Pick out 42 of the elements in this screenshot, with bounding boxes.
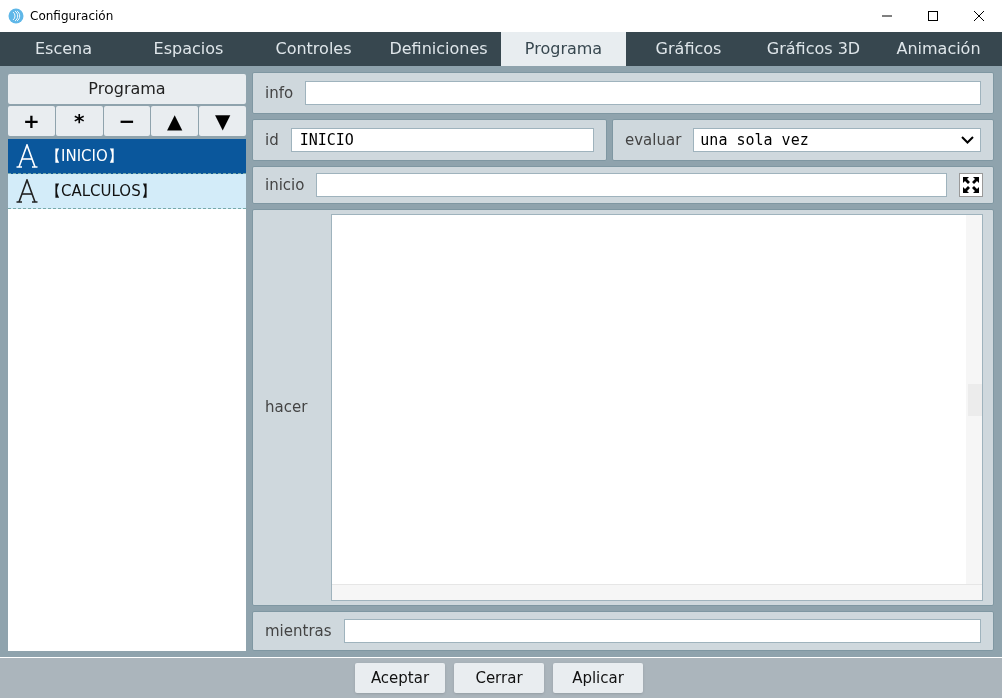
field-label: evaluar — [625, 129, 682, 151]
field-label: inicio — [265, 174, 305, 196]
toolbar-button[interactable]: ▼ — [199, 106, 246, 136]
toolbar-button[interactable]: ▲ — [151, 106, 199, 136]
tab[interactable]: Gráficos 3D — [751, 32, 876, 66]
maximize-icon — [928, 11, 938, 21]
tab[interactable]: Definiciones — [376, 32, 501, 66]
info-field[interactable] — [305, 81, 981, 105]
vertical-scrollbar[interactable] — [966, 215, 982, 584]
toolbar-button[interactable]: * — [55, 106, 103, 136]
field-label: mientras — [265, 620, 332, 642]
field-label: info — [265, 82, 294, 104]
dialog-button[interactable]: Cerrar — [454, 663, 544, 693]
tab[interactable]: Controles — [251, 32, 376, 66]
expand-icon — [962, 176, 980, 194]
serif-letter-icon — [16, 179, 38, 203]
app-logo-icon — [8, 8, 24, 24]
toolbar-button[interactable]: + — [8, 106, 55, 136]
field-label: id — [265, 129, 279, 151]
tab[interactable]: Gráficos — [626, 32, 751, 66]
list-item[interactable]: 【INICIO】 — [8, 139, 246, 174]
serif-letter-icon — [16, 144, 38, 168]
tab[interactable]: Espacios — [126, 32, 251, 66]
tab[interactable]: Programa — [501, 32, 626, 66]
toolbar-button[interactable]: − — [103, 106, 151, 136]
chevron-down-icon — [961, 136, 974, 144]
list-item[interactable]: 【CALCULOS】 — [8, 174, 246, 209]
dialog-button[interactable]: Aplicar — [553, 663, 643, 693]
inicio-field[interactable] — [316, 173, 947, 197]
dialog-button[interactable]: Aceptar — [355, 663, 445, 693]
expand-button[interactable] — [959, 173, 983, 197]
code-editor[interactable] — [331, 214, 983, 601]
field-label: hacer — [265, 397, 308, 419]
evaluate-dropdown[interactable]: una sola vez — [693, 128, 981, 152]
horizontal-scrollbar[interactable] — [332, 584, 982, 600]
id-field[interactable]: INICIO — [290, 128, 594, 152]
window-title: Configuración — [30, 8, 114, 25]
tab[interactable]: Animación — [876, 32, 1001, 66]
mientras-field[interactable] — [343, 619, 981, 643]
close-icon — [974, 11, 984, 21]
list-header: Programa — [8, 74, 246, 104]
tab[interactable]: Escena — [1, 32, 126, 66]
